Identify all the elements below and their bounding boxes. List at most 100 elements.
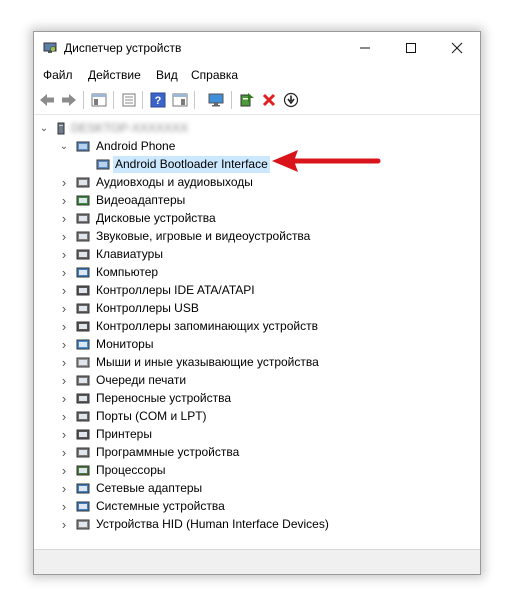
category-label: Видеоадаптеры [96, 193, 186, 207]
menu-view[interactable]: Вид [156, 68, 178, 82]
keyboard-icon [76, 249, 90, 260]
category-label: Программные устройства [96, 445, 240, 459]
expand-chevron-icon[interactable]: › [59, 408, 69, 425]
tree-category-item[interactable]: › Дисковые устройства [34, 210, 480, 227]
category-label: Мониторы [96, 337, 154, 351]
menu-file[interactable]: Файл [43, 68, 73, 82]
forward-arrow-icon [62, 94, 76, 106]
disable-device-button[interactable] [282, 91, 300, 109]
portable-device-icon [76, 393, 90, 404]
scan-hardware-button[interactable] [207, 91, 225, 109]
maximize-button[interactable] [388, 32, 434, 64]
computer-icon [57, 122, 65, 135]
properties-icon [122, 93, 136, 107]
tree-category-item[interactable]: › Контроллеры запоминающих устройств [34, 318, 480, 335]
monitor-scan-icon [208, 93, 224, 107]
tree-category-item[interactable]: › Устройства HID (Human Interface Devices… [34, 516, 480, 533]
expand-chevron-icon[interactable]: › [59, 264, 69, 281]
expand-chevron-icon[interactable]: › [59, 246, 69, 263]
window-title: Диспетчер устройств [64, 41, 182, 55]
tree-category-item[interactable]: › Программные устройства [34, 444, 480, 461]
show-hide-console-tree-button[interactable] [90, 91, 108, 109]
back-button[interactable] [38, 91, 56, 109]
category-label: Устройства HID (Human Interface Devices) [96, 517, 329, 531]
monitor-icon [76, 339, 90, 350]
tree-category-item[interactable]: › Мыши и иные указывающие устройства [34, 354, 480, 371]
tree-item-android-phone[interactable]: ⌄ Android Phone [34, 138, 480, 155]
properties-button[interactable] [120, 91, 138, 109]
help-icon: ? [150, 92, 166, 108]
expand-chevron-icon[interactable]: › [59, 192, 69, 209]
category-label: Контроллеры IDE ATA/ATAPI [96, 283, 255, 297]
tree-category-item[interactable]: › Компьютер [34, 264, 480, 281]
toolbar-separator [194, 91, 195, 109]
expand-chevron-icon[interactable]: › [59, 516, 69, 533]
tree-category-item[interactable]: › Порты (COM и LPT) [34, 408, 480, 425]
expand-chevron-icon[interactable]: › [59, 282, 69, 299]
collapse-chevron-icon[interactable]: ⌄ [59, 138, 69, 155]
category-label: Мыши и иные указывающие устройства [96, 355, 319, 369]
close-button[interactable] [434, 32, 480, 64]
expand-chevron-icon[interactable]: › [59, 300, 69, 317]
software-device-icon [76, 447, 90, 458]
tree-category-item[interactable]: › Принтеры [34, 426, 480, 443]
expand-chevron-icon[interactable]: › [59, 390, 69, 407]
expand-chevron-icon[interactable]: › [59, 354, 69, 371]
action-pane-button[interactable] [171, 91, 189, 109]
red-arrow-annotation [272, 150, 381, 172]
tree-category-item[interactable]: › Аудиовходы и аудиовыходы [34, 174, 480, 191]
horizontal-scrollbar[interactable] [34, 550, 480, 556]
tree-category-item[interactable]: › Переносные устройства [34, 390, 480, 407]
category-label: Звуковые, игровые и видеоустройства [96, 229, 311, 243]
expand-chevron-icon[interactable]: › [59, 462, 69, 479]
tree-category-item[interactable]: › Системные устройства [34, 498, 480, 515]
category-label: Клавиатуры [96, 247, 163, 261]
tree-category-item[interactable]: › Контроллеры USB [34, 300, 480, 317]
maximize-icon [406, 43, 416, 53]
forward-button[interactable] [60, 91, 78, 109]
display-adapter-icon [76, 195, 90, 206]
expand-chevron-icon[interactable]: › [59, 426, 69, 443]
expand-chevron-icon[interactable]: › [59, 480, 69, 497]
android-device-icon [96, 159, 110, 170]
android-phone-icon [76, 141, 90, 152]
expand-chevron-icon[interactable]: › [59, 210, 69, 227]
expand-chevron-icon[interactable]: › [59, 228, 69, 245]
category-label: Аудиовходы и аудиовыходы [96, 175, 253, 189]
tree-category-item[interactable]: › Мониторы [34, 336, 480, 353]
expand-chevron-icon[interactable]: › [59, 498, 69, 515]
tree-category-item[interactable]: › Клавиатуры [34, 246, 480, 263]
back-arrow-icon [40, 94, 54, 106]
menu-action[interactable]: Действие [88, 68, 141, 82]
device-tree: ⌄ DESKTOP-XXXXXXX ⌄ Android Phone Androi… [34, 115, 480, 549]
action-pane-icon [172, 93, 188, 107]
toolbar-separator [83, 91, 84, 109]
download-circle-icon [283, 92, 299, 108]
uninstall-device-button[interactable] [260, 91, 278, 109]
expand-chevron-icon[interactable]: › [59, 444, 69, 461]
help-button[interactable]: ? [149, 91, 167, 109]
tree-item-android-bootloader-interface[interactable]: Android Bootloader Interface [34, 156, 480, 173]
minimize-button[interactable] [342, 32, 388, 64]
tree-category-item[interactable]: › Сетевые адаптеры [34, 480, 480, 497]
network-adapter-icon [76, 483, 90, 494]
disk-drive-icon [76, 213, 90, 224]
tree-category-item[interactable]: › Очереди печати [34, 372, 480, 389]
expand-chevron-icon[interactable]: › [59, 372, 69, 389]
category-label: Сетевые адаптеры [96, 481, 203, 495]
menu-help[interactable]: Справка [191, 68, 238, 82]
tree-category-item[interactable]: › Процессоры [34, 462, 480, 479]
usb-controller-icon [76, 303, 90, 314]
computer-name: DESKTOP-XXXXXXX [71, 121, 189, 135]
expand-chevron-icon[interactable]: › [59, 174, 69, 191]
tree-category-item[interactable]: › Контроллеры IDE ATA/ATAPI [34, 282, 480, 299]
close-icon [451, 42, 463, 54]
toolbar-separator [113, 91, 114, 109]
tree-category-item[interactable]: › Звуковые, игровые и видеоустройства [34, 228, 480, 245]
expand-chevron-icon[interactable]: › [59, 336, 69, 353]
update-driver-button[interactable] [238, 91, 256, 109]
collapse-chevron-icon[interactable]: ⌄ [39, 120, 49, 137]
expand-chevron-icon[interactable]: › [59, 318, 69, 335]
tree-category-item[interactable]: › Видеоадаптеры [34, 192, 480, 209]
tree-root[interactable]: ⌄ DESKTOP-XXXXXXX [34, 120, 480, 137]
